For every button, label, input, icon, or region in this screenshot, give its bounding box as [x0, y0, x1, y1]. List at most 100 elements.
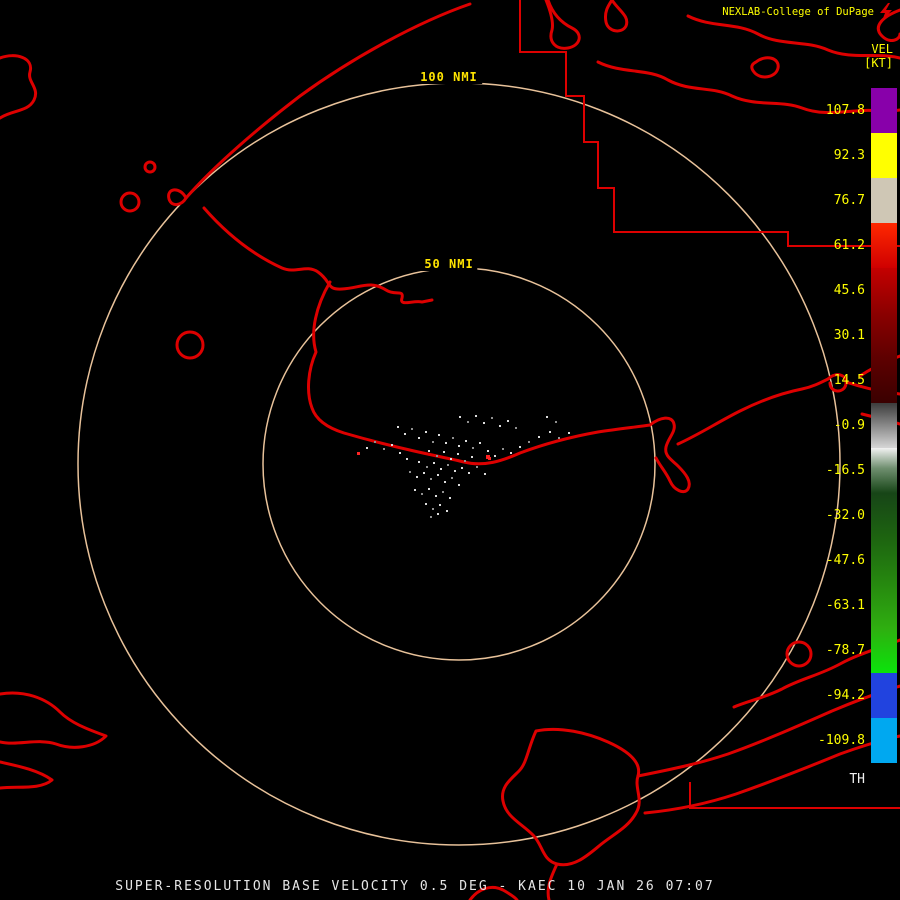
radar-echo [558, 437, 560, 439]
radar-echo [464, 460, 466, 462]
echo-layer [0, 0, 900, 900]
radar-echo [494, 455, 496, 457]
colorbar-tick-label: -16.5 [825, 463, 865, 478]
radar-echo [465, 440, 467, 442]
colorbar-row: -78.7 [805, 628, 897, 673]
radar-echo [425, 503, 427, 505]
colorbar-tick-label: -47.6 [825, 553, 865, 568]
radar-echo [404, 433, 406, 435]
radar-echo [444, 481, 446, 483]
radar-echo [374, 441, 376, 443]
radar-echo [430, 478, 432, 480]
radar-echo [438, 434, 440, 436]
radar-echo [439, 504, 441, 506]
colorbar-row: -94.2 [805, 673, 897, 718]
colorbar-swatch [871, 538, 897, 583]
radar-echo [437, 513, 439, 515]
colorbar-tick-label: -63.1 [825, 598, 865, 613]
colorbar-bottom-row: TH [805, 767, 897, 791]
radar-echo [421, 493, 423, 495]
colorbar-row: 107.8 [805, 88, 897, 133]
radar-echo [549, 431, 551, 433]
radar-echo [555, 421, 557, 423]
radar-echo [447, 464, 449, 466]
colorbar-row: -0.9 [805, 403, 897, 448]
radar-echo [433, 462, 435, 464]
colorbar-tick-label: -32.0 [825, 508, 865, 523]
radar-echo [366, 447, 368, 449]
radar-echo [502, 448, 504, 450]
colorbar-tick-label: 45.6 [833, 283, 865, 298]
colorbar-swatch [871, 178, 897, 223]
colorbar-title: VEL [871, 42, 893, 56]
colorbar-row: 14.5 [805, 358, 897, 403]
colorbar-bottom-label: TH [849, 771, 865, 787]
radar-echo [484, 473, 486, 475]
radar-echo [515, 427, 517, 429]
colorbar-tick-label: -0.9 [833, 418, 865, 433]
colorbar-tick-label: 61.2 [833, 238, 865, 253]
colorbar-tick-label: 92.3 [833, 148, 865, 163]
colorbar-row: -32.0 [805, 493, 897, 538]
colorbar-swatch [871, 718, 897, 763]
colorbar-tick-label: 14.5 [833, 373, 865, 388]
radar-echo [418, 437, 420, 439]
radar-echo [451, 477, 453, 479]
radar-echo [418, 461, 420, 463]
radar-echo [491, 417, 493, 419]
cod-logo-icon [880, 3, 892, 21]
radar-echo [454, 470, 456, 472]
radar-echo [442, 491, 444, 493]
radar-display: { "header": { "brand": "NEXLAB-College o… [0, 0, 900, 900]
radar-echo [487, 450, 489, 452]
radar-echo [538, 436, 540, 438]
radar-echo [406, 458, 408, 460]
radar-site-marker [486, 455, 490, 459]
radar-echo [428, 450, 430, 452]
radar-echo [409, 471, 411, 473]
radar-echo [391, 444, 393, 446]
radar-echo [476, 466, 478, 468]
colorbar-row: 61.2 [805, 223, 897, 268]
radar-echo [468, 472, 470, 474]
radar-echo [457, 453, 459, 455]
colorbar: VEL [KT] 107.8 92.3 76.7 61.2 45.6 30.1 14.5 -0… [805, 42, 897, 791]
product-caption: SUPER-RESOLUTION BASE VELOCITY 0.5 DEG -… [115, 879, 715, 894]
radar-echo [428, 488, 430, 490]
colorbar-swatch [871, 88, 897, 133]
colorbar-swatch [871, 628, 897, 673]
range-ring-label-100nmi: 100 NMI [416, 70, 482, 84]
colorbar-row: -16.5 [805, 448, 897, 493]
radar-echo [452, 437, 454, 439]
radar-echo [437, 474, 439, 476]
colorbar-swatch [871, 493, 897, 538]
colorbar-swatch [871, 223, 897, 268]
radar-echo [440, 468, 442, 470]
colorbar-row: 76.7 [805, 178, 897, 223]
colorbar-row: 30.1 [805, 313, 897, 358]
colorbar-tick-label: -78.7 [825, 643, 865, 658]
radar-echo [546, 416, 548, 418]
radar-echo [458, 445, 460, 447]
radar-echo [432, 508, 434, 510]
radar-echo [458, 484, 460, 486]
radar-echo [357, 452, 360, 455]
brand-text: NEXLAB-College of DuPage [722, 6, 874, 18]
colorbar-row: 92.3 [805, 133, 897, 178]
range-ring-label-50nmi: 50 NMI [420, 257, 478, 271]
radar-echo [467, 421, 469, 423]
radar-echo [435, 495, 437, 497]
radar-echo [423, 472, 425, 474]
radar-echo [426, 466, 428, 468]
colorbar-swatch [871, 583, 897, 628]
radar-echo [397, 426, 399, 428]
colorbar-tick-label: 107.8 [825, 103, 865, 118]
radar-echo [443, 451, 445, 453]
radar-echo [436, 455, 438, 457]
colorbar-swatch [871, 448, 897, 493]
colorbar-tick-label: -109.8 [818, 733, 865, 748]
colorbar-swatch [871, 133, 897, 178]
colorbar-units: [KT] [864, 56, 893, 70]
colorbar-row: -63.1 [805, 583, 897, 628]
colorbar-tick-label: 76.7 [833, 193, 865, 208]
